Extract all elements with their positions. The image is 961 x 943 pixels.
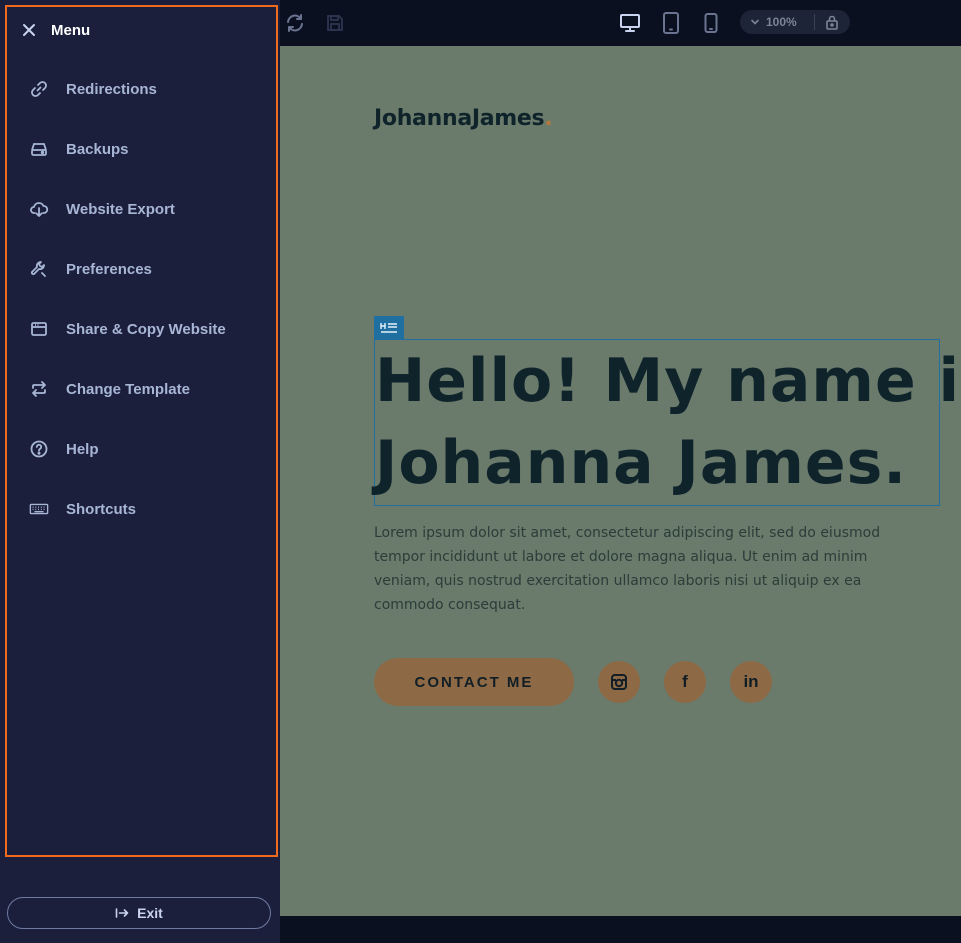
- refresh-icon[interactable]: [284, 12, 306, 34]
- contact-me-button[interactable]: CONTACT ME: [374, 658, 574, 706]
- top-toolbar: 100%: [280, 0, 961, 46]
- exit-label: Exit: [137, 905, 163, 921]
- menu-item-redirections[interactable]: Redirections: [7, 59, 276, 119]
- hero-heading-line-1: Hello! My name is: [375, 346, 961, 416]
- hero-heading-line-2: Johanna James.: [375, 428, 908, 498]
- sidebar: Menu Redirections Backups Website Export: [0, 0, 280, 943]
- chevron-down-icon: [750, 18, 760, 26]
- menu-item-label: Redirections: [66, 80, 157, 98]
- browser-window-icon: [29, 319, 49, 339]
- exit-icon: [115, 907, 129, 919]
- heading-element-tag[interactable]: H: [374, 316, 404, 339]
- menu-item-share-copy-website[interactable]: Share & Copy Website: [7, 299, 276, 359]
- zoom-control[interactable]: 100%: [740, 10, 850, 34]
- tablet-view-icon[interactable]: [660, 12, 682, 34]
- mobile-view-icon[interactable]: [700, 12, 722, 34]
- menu-item-label: Preferences: [66, 260, 152, 278]
- drive-icon: [29, 139, 49, 159]
- menu-item-label: Share & Copy Website: [66, 320, 226, 338]
- bottom-strip: [280, 916, 961, 943]
- menu-item-shortcuts[interactable]: Shortcuts: [7, 479, 276, 539]
- exit-button[interactable]: Exit: [7, 897, 271, 929]
- menu-item-label: Shortcuts: [66, 500, 137, 518]
- logo-text: JohannaJames: [374, 106, 545, 131]
- menu-item-label: Website Export: [66, 200, 175, 218]
- cloud-download-icon: [29, 199, 49, 219]
- menu-title: Menu: [51, 21, 91, 39]
- desktop-view-icon[interactable]: [619, 12, 641, 34]
- menu-header: Menu: [19, 19, 90, 41]
- site-logo[interactable]: JohannaJames.: [374, 106, 553, 131]
- hero-heading: Hello! My name is Johanna James.: [375, 340, 961, 504]
- menu-item-label: Backups: [66, 140, 129, 158]
- menu-item-label: Help: [66, 440, 99, 458]
- lock-icon[interactable]: [824, 13, 840, 31]
- swap-arrows-icon: [29, 379, 49, 399]
- heading-selection-box[interactable]: Hello! My name is Johanna James.: [374, 339, 961, 506]
- keyboard-icon: [29, 499, 49, 519]
- menu-item-change-template[interactable]: Change Template: [7, 359, 276, 419]
- menu-item-preferences[interactable]: Preferences: [7, 239, 276, 299]
- menu-item-backups[interactable]: Backups: [7, 119, 276, 179]
- link-icon: [29, 79, 49, 99]
- wrench-icon: [29, 259, 49, 279]
- question-circle-icon: [29, 439, 49, 459]
- zoom-value: 100%: [766, 15, 797, 29]
- linkedin-icon[interactable]: in: [730, 661, 772, 703]
- logo-dot: .: [544, 106, 553, 131]
- divider: [814, 14, 815, 30]
- instagram-icon[interactable]: [598, 661, 640, 703]
- menu-item-label: Change Template: [66, 380, 190, 398]
- linkedin-glyph: in: [743, 672, 759, 691]
- hero-body-text: Lorem ipsum dolor sit amet, consectetur …: [374, 525, 881, 613]
- facebook-glyph: f: [682, 672, 688, 691]
- menu-item-website-export[interactable]: Website Export: [7, 179, 276, 239]
- website-canvas: JohannaJames. H Hello! My name is Johann…: [280, 46, 961, 916]
- close-icon[interactable]: [19, 20, 39, 40]
- menu-item-help[interactable]: Help: [7, 419, 276, 479]
- menu-list: Redirections Backups Website Export Pref…: [7, 59, 276, 539]
- save-icon[interactable]: [324, 12, 346, 34]
- facebook-icon[interactable]: f: [664, 661, 706, 703]
- menu-panel: Menu Redirections Backups Website Export: [5, 5, 278, 857]
